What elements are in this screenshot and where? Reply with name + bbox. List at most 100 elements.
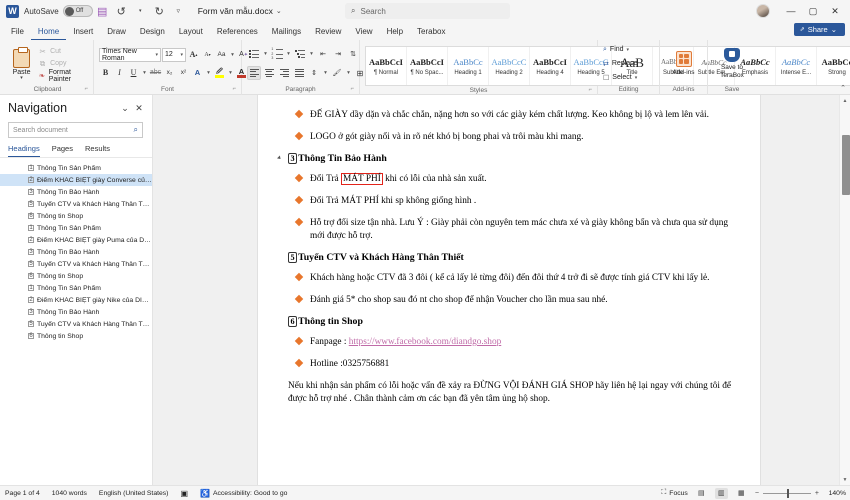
style-heading-4[interactable]: AaBbCcI Heading 4 <box>530 47 571 85</box>
zoom-knob[interactable] <box>786 488 790 498</box>
scrollbar-thumb[interactable] <box>841 135 850 195</box>
subscript-button[interactable]: x₂ <box>163 66 176 80</box>
font-dialog-launcher[interactable]: ⌐ <box>232 84 236 94</box>
navigation-search-input[interactable]: Search document ⌕ <box>8 122 143 138</box>
zoom-track[interactable] <box>762 488 811 498</box>
paragraph-dialog-launcher[interactable]: ⌐ <box>350 84 354 94</box>
nav-heading-item[interactable]: 5 Tuyển CTV và Khách Hàng Thân Thiết <box>0 318 152 330</box>
save-to-terabox-button[interactable]: Save to TeraBox <box>713 43 751 85</box>
copy-button[interactable]: ⧉ Copy <box>38 58 88 69</box>
collapse-ribbon-icon[interactable]: ⌃ <box>840 84 846 92</box>
superscript-button[interactable]: x² <box>177 66 190 80</box>
nav-tab-headings[interactable]: Headings <box>8 144 40 157</box>
tab-help[interactable]: Help <box>380 24 410 40</box>
nav-heading-item[interactable]: 1 Thông Tin Sản Phẩm <box>0 282 152 294</box>
bullets-button[interactable] <box>247 47 261 61</box>
nav-heading-item[interactable]: 2Điểm KHÁC BIỆT giày Puma của DIANDG... <box>0 234 152 246</box>
shading-caret-icon[interactable]: ▾ <box>345 66 352 80</box>
replace-button[interactable]: ⇄ Replace <box>603 58 638 70</box>
tab-layout[interactable]: Layout <box>172 24 210 40</box>
page-indicator[interactable]: Page 1 of 4 <box>5 490 40 497</box>
undo-caret-icon[interactable]: ▾ <box>134 2 147 20</box>
search-icon[interactable]: ⌕ <box>134 125 138 135</box>
title-caret-icon[interactable]: ⌄ <box>276 7 282 15</box>
maximize-button[interactable]: ▢ <box>802 1 824 21</box>
read-mode-button[interactable]: ▤ <box>695 488 708 499</box>
select-caret-icon[interactable]: ▾ <box>635 75 638 81</box>
change-case-caret-icon[interactable]: ▾ <box>229 48 236 62</box>
more-commands-icon[interactable]: ▿ <box>172 2 185 20</box>
align-center-button[interactable] <box>262 66 276 80</box>
tab-view[interactable]: View <box>348 24 379 40</box>
bold-button[interactable]: B <box>99 66 112 80</box>
underline-caret-icon[interactable]: ▾ <box>141 66 148 80</box>
style-intense-emphasis[interactable]: AaBbCc Intense E... <box>776 47 817 85</box>
language-indicator[interactable]: English (United States) <box>99 490 169 497</box>
sort-button[interactable]: ⇅ <box>346 47 360 61</box>
nav-heading-item[interactable]: 6 Thông tin Shop <box>0 330 152 342</box>
line-spacing-button[interactable]: ⇕ <box>307 66 321 80</box>
chevron-down-icon[interactable]: ⌄ <box>118 103 132 114</box>
nav-heading-item[interactable]: 1 Thông Tin Sản Phẩm <box>0 162 152 174</box>
justify-button[interactable] <box>292 66 306 80</box>
scroll-down-icon[interactable]: ▼ <box>840 474 850 485</box>
change-case-button[interactable]: Aa <box>215 48 228 62</box>
nav-tab-results[interactable]: Results <box>85 144 110 157</box>
decrease-indent-button[interactable]: ⇤ <box>316 47 330 61</box>
nav-heading-item[interactable]: 6 Thông tin Shop <box>0 270 152 282</box>
font-size-input[interactable]: 12 ▾ <box>162 47 186 62</box>
nav-heading-item[interactable]: 1 Thông Tin Sản Phẩm <box>0 222 152 234</box>
select-button[interactable]: ☐ Select ▾ <box>603 72 638 84</box>
find-caret-icon[interactable]: ▾ <box>627 47 630 53</box>
collapse-triangle-icon[interactable] <box>277 155 282 161</box>
bullets-caret-icon[interactable]: ▾ <box>262 47 269 61</box>
format-painter-button[interactable]: ❧ Format Painter <box>38 69 88 83</box>
italic-button[interactable]: I <box>113 66 126 80</box>
line-spacing-caret-icon[interactable]: ▾ <box>322 66 329 80</box>
zoom-out-button[interactable]: − <box>755 490 759 497</box>
style-normal[interactable]: AaBbCcI ¶ Normal <box>366 47 407 85</box>
nav-heading-item[interactable]: 3 Thông Tin Bảo Hành <box>0 186 152 198</box>
shading-button[interactable]: 🖌 <box>330 66 344 80</box>
underline-button[interactable]: U <box>127 66 140 80</box>
style-no-spacing[interactable]: AaBbCcI ¶ No Spac... <box>407 47 448 85</box>
tab-insert[interactable]: Insert <box>66 24 100 40</box>
cut-button[interactable]: ✂ Cut <box>38 46 88 57</box>
zoom-in-button[interactable]: + <box>815 490 819 497</box>
multilevel-list-button[interactable] <box>293 47 307 61</box>
numbering-caret-icon[interactable]: ▾ <box>285 47 292 61</box>
style-heading-1[interactable]: AaBbCc Heading 1 <box>448 47 489 85</box>
save-icon[interactable]: ▤ <box>96 2 109 20</box>
paste-button[interactable]: Paste ▾ <box>7 47 36 81</box>
styles-dialog-launcher[interactable]: ⌐ <box>588 85 592 95</box>
tab-home[interactable]: Home <box>30 24 67 40</box>
style-strong[interactable]: AaBbCc Strong <box>817 47 850 85</box>
scroll-up-icon[interactable]: ▲ <box>840 95 850 106</box>
strikethrough-button[interactable]: abc <box>149 66 162 80</box>
highlight-button[interactable]: 🖉 <box>213 66 226 80</box>
share-button[interactable]: ⇗ Share ⌄ <box>793 23 845 36</box>
print-layout-button[interactable]: ▥ <box>714 487 728 499</box>
align-left-button[interactable] <box>247 66 261 80</box>
undo-icon[interactable]: ↺ <box>115 2 128 20</box>
fanpage-hyperlink[interactable]: https://www.facebook.com/diandgo.shop <box>349 337 502 347</box>
proofing-icon[interactable]: ▣ <box>180 489 188 498</box>
find-button[interactable]: ⌕ Find ▾ <box>603 44 638 56</box>
clipboard-dialog-launcher[interactable]: ⌐ <box>84 84 88 94</box>
paste-caret-icon[interactable]: ▾ <box>20 76 23 81</box>
nav-heading-item[interactable]: 5 Tuyển CTV và Khách Hàng Thân Thiết <box>0 198 152 210</box>
minimize-button[interactable]: — <box>780 1 802 21</box>
search-box[interactable]: ⌕ Search <box>345 3 510 19</box>
nav-tab-pages[interactable]: Pages <box>52 144 73 157</box>
nav-heading-item-selected[interactable]: 2Điểm KHÁC BIỆT giày Converse của DIA... <box>0 174 152 186</box>
web-layout-button[interactable]: ▦ <box>735 488 748 499</box>
document-vertical-scrollbar[interactable]: ▲ ▼ <box>839 95 850 485</box>
increase-indent-button[interactable]: ⇥ <box>331 47 345 61</box>
multilevel-caret-icon[interactable]: ▾ <box>308 47 315 61</box>
redo-icon[interactable]: ↻ <box>153 2 166 20</box>
avatar[interactable] <box>756 4 770 18</box>
grow-font-button[interactable]: A ▴ <box>187 48 200 62</box>
text-effects-caret-icon[interactable]: ▾ <box>205 66 212 80</box>
accessibility-status[interactable]: ♿ Accessibility: Good to go <box>200 489 287 498</box>
text-effects-button[interactable]: A <box>191 66 204 80</box>
